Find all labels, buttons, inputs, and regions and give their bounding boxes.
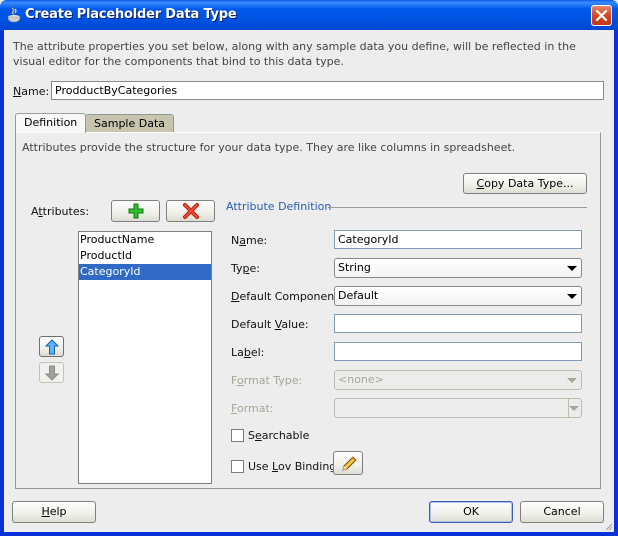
- pencil-icon: [342, 456, 357, 471]
- attr-name-label: Name:: [231, 234, 268, 247]
- searchable-label: Searchable: [248, 429, 310, 442]
- remove-icon: [183, 203, 199, 219]
- help-button[interactable]: Help: [12, 501, 96, 523]
- format-type-select[interactable]: <none>: [334, 370, 582, 390]
- add-attribute-button[interactable]: [111, 200, 160, 222]
- definition-panel: Attributes provide the structure for you…: [15, 132, 601, 489]
- section-divider: [328, 207, 587, 208]
- name-label: Name:: [13, 85, 50, 98]
- default-component-select[interactable]: Default: [334, 286, 582, 306]
- ok-button[interactable]: OK: [429, 501, 513, 523]
- list-item[interactable]: CategoryId: [79, 264, 211, 280]
- cancel-button[interactable]: Cancel: [520, 501, 604, 523]
- panel-description: Attributes provide the structure for you…: [22, 141, 516, 154]
- java-cup-icon: [6, 7, 22, 23]
- tab-definition[interactable]: Definition: [15, 113, 87, 133]
- window-title: Create Placeholder Data Type: [25, 7, 237, 22]
- default-component-value: Default: [338, 289, 379, 302]
- tab-sample-data[interactable]: Sample Data: [85, 114, 175, 132]
- format-type-label: Format Type:: [231, 374, 303, 387]
- format-label: Format:: [231, 402, 274, 415]
- add-icon: [128, 203, 144, 219]
- edit-lov-button[interactable]: [333, 451, 363, 475]
- attributes-list[interactable]: ProductName ProductId CategoryId: [78, 231, 212, 484]
- default-value-label: Default Value:: [231, 318, 309, 331]
- arrow-down-icon: [45, 365, 59, 381]
- use-lov-binding-label: Use Lov Binding: [248, 460, 337, 473]
- title-bar[interactable]: Create Placeholder Data Type: [0, 0, 618, 30]
- copy-data-type-button[interactable]: Copy Data Type...: [463, 173, 587, 194]
- type-select[interactable]: String: [334, 258, 582, 278]
- close-button[interactable]: [591, 5, 612, 26]
- type-label: Type:: [231, 262, 260, 275]
- use-lov-binding-checkbox[interactable]: [231, 460, 244, 473]
- type-value: String: [338, 261, 371, 274]
- searchable-checkbox[interactable]: [231, 429, 244, 442]
- format-dropdown-button[interactable]: [568, 399, 581, 417]
- label-input[interactable]: [334, 342, 582, 361]
- remove-attribute-button[interactable]: [166, 200, 215, 222]
- arrow-up-icon: [45, 339, 59, 355]
- move-up-button[interactable]: [39, 336, 64, 357]
- attribute-definition-heading: Attribute Definition: [226, 200, 332, 213]
- chevron-down-icon: [567, 378, 577, 383]
- chevron-down-icon: [567, 294, 577, 299]
- move-down-button[interactable]: [39, 362, 64, 383]
- format-type-value: <none>: [338, 373, 384, 386]
- list-item[interactable]: ProductId: [79, 248, 211, 264]
- format-combo[interactable]: [334, 398, 582, 418]
- default-value-input[interactable]: [334, 314, 582, 333]
- dialog-body: The attribute properties you set below, …: [4, 30, 614, 532]
- label-label: Label:: [231, 346, 265, 359]
- attributes-label: Attributes:: [31, 205, 90, 218]
- dialog-window: Create Placeholder Data Type The attribu…: [0, 0, 618, 536]
- chevron-down-icon: [567, 266, 577, 271]
- close-icon: [595, 9, 608, 22]
- intro-text: The attribute properties you set below, …: [13, 40, 576, 68]
- list-item[interactable]: ProductName: [79, 232, 211, 248]
- name-input[interactable]: [51, 81, 604, 100]
- default-component-label: Default Component:: [231, 290, 343, 303]
- resize-grip-icon[interactable]: [603, 521, 613, 531]
- attr-name-input[interactable]: [334, 230, 582, 249]
- chevron-down-icon: [569, 406, 579, 411]
